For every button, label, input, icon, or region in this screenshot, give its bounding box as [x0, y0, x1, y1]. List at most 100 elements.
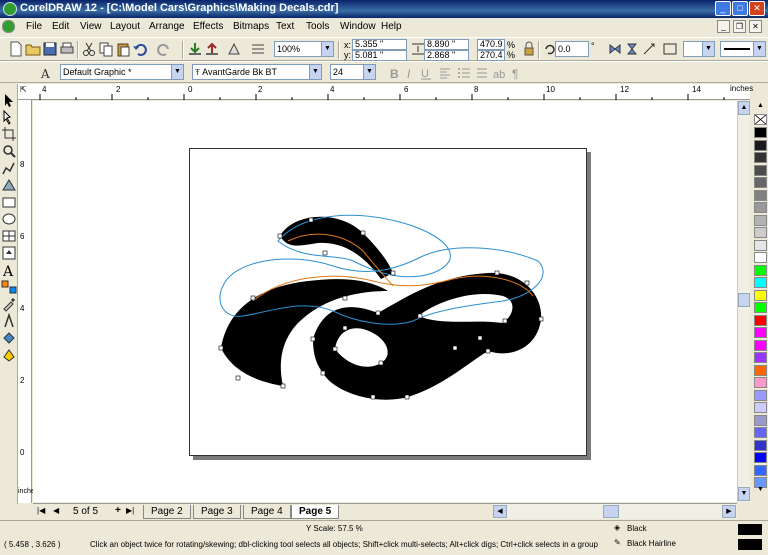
- paste-icon[interactable]: [115, 41, 131, 57]
- basic-shapes-tool-icon[interactable]: [1, 245, 17, 261]
- color-swatch[interactable]: [754, 377, 767, 388]
- color-swatch[interactable]: [754, 164, 767, 176]
- color-swatch[interactable]: [754, 364, 767, 376]
- text-tool-icon[interactable]: A: [1, 262, 17, 278]
- menu-text[interactable]: Text: [276, 21, 294, 32]
- redo-icon[interactable]: [156, 41, 172, 57]
- previous-page-icon[interactable]: ◀: [53, 506, 59, 515]
- menu-file[interactable]: File: [26, 21, 42, 32]
- open-icon[interactable]: [25, 41, 41, 57]
- chevron-down-icon[interactable]: ▼: [171, 65, 183, 79]
- scroll-right-icon[interactable]: ▶: [722, 505, 736, 518]
- maximize-icon[interactable]: □: [732, 1, 748, 16]
- color-swatch[interactable]: [754, 352, 767, 363]
- print-icon[interactable]: [59, 41, 75, 57]
- doc-minimize-icon[interactable]: _: [717, 20, 730, 33]
- color-swatch[interactable]: [754, 439, 767, 451]
- drop-cap-icon[interactable]: [474, 65, 490, 81]
- scroll-down-icon[interactable]: ▼: [738, 487, 750, 501]
- graphic-style-dropdown[interactable]: Default Graphic * ▼: [60, 64, 184, 80]
- tab-page-3[interactable]: Page 3: [193, 505, 241, 519]
- color-swatch[interactable]: [754, 239, 767, 251]
- rotation-angle-field[interactable]: 0.0: [555, 41, 589, 57]
- color-swatch[interactable]: [754, 227, 767, 238]
- polygon-tool-icon[interactable]: [1, 228, 17, 244]
- ellipse-tool-icon[interactable]: [1, 211, 17, 227]
- fill-tool-icon[interactable]: [1, 330, 17, 346]
- chevron-down-icon[interactable]: ▼: [321, 42, 333, 56]
- color-swatch[interactable]: [754, 202, 767, 213]
- color-swatch[interactable]: [754, 139, 767, 151]
- x-position-field[interactable]: 5.355 ": [352, 39, 407, 50]
- rectangle-tool-icon[interactable]: [1, 194, 17, 210]
- font-family-dropdown[interactable]: Ŧ AvantGarde Bk BT ▼: [192, 64, 322, 80]
- scale-y-field[interactable]: 270.4: [477, 50, 505, 61]
- doc-close-icon[interactable]: ✕: [749, 20, 762, 33]
- outline-color-swatch[interactable]: [738, 539, 762, 550]
- menu-bitmaps[interactable]: Bitmaps: [233, 21, 269, 32]
- outline-width-dropdown[interactable]: ▼: [720, 41, 766, 57]
- application-launcher-icon[interactable]: [226, 41, 242, 57]
- drawing-canvas[interactable]: [33, 101, 750, 502]
- color-swatch[interactable]: [754, 289, 767, 301]
- horizontal-scrollbar[interactable]: ◀ ▶: [493, 503, 737, 519]
- color-swatch[interactable]: [754, 414, 767, 426]
- paragraph-icon[interactable]: ¶: [508, 65, 524, 81]
- color-swatch[interactable]: [754, 252, 767, 263]
- undo-icon[interactable]: [132, 41, 148, 57]
- crop-tool-icon[interactable]: [1, 126, 17, 142]
- freehand-tool-icon[interactable]: [1, 160, 17, 176]
- vertical-scrollbar[interactable]: ▲ ▼: [737, 101, 750, 502]
- color-swatch[interactable]: [754, 152, 767, 163]
- corel-online-icon[interactable]: [250, 41, 266, 57]
- edit-text-icon[interactable]: ab: [491, 65, 507, 81]
- chevron-down-icon[interactable]: ▼: [363, 65, 375, 79]
- color-swatch[interactable]: [754, 302, 767, 313]
- cut-icon[interactable]: [81, 41, 97, 57]
- color-swatch[interactable]: [754, 452, 767, 463]
- color-swatch[interactable]: [754, 264, 767, 276]
- doc-restore-icon[interactable]: ❐: [733, 20, 746, 33]
- color-swatch[interactable]: [754, 389, 767, 401]
- tab-page-4[interactable]: Page 4: [243, 505, 291, 519]
- last-page-icon[interactable]: ▶|: [126, 506, 134, 515]
- menu-help[interactable]: Help: [381, 21, 402, 32]
- underline-icon[interactable]: U: [418, 65, 434, 81]
- scroll-left-icon[interactable]: ◀: [493, 505, 507, 518]
- lock-ratio-icon[interactable]: [521, 41, 537, 57]
- chevron-down-icon[interactable]: ▼: [309, 65, 321, 79]
- outline-tool-icon[interactable]: [1, 313, 17, 329]
- horizontal-ruler[interactable]: ⇱ 4 2 0 2 4 6 8 10 12 14: [18, 84, 750, 100]
- mirror-vertical-icon[interactable]: [624, 41, 640, 57]
- vertical-ruler[interactable]: 8 6 4 2 0 inches: [18, 100, 38, 503]
- color-swatch[interactable]: [754, 339, 767, 351]
- color-swatch[interactable]: [754, 214, 767, 226]
- save-icon[interactable]: [42, 41, 58, 57]
- first-page-icon[interactable]: |◀: [37, 506, 45, 515]
- menu-window[interactable]: Window: [340, 21, 376, 32]
- interactive-blend-tool-icon[interactable]: [1, 279, 17, 295]
- color-swatch[interactable]: [754, 327, 767, 338]
- decal-artwork[interactable]: [33, 101, 750, 502]
- export-icon[interactable]: [204, 41, 220, 57]
- italic-icon[interactable]: I: [402, 65, 418, 81]
- eyedropper-tool-icon[interactable]: [1, 296, 17, 312]
- color-swatch[interactable]: [754, 277, 767, 288]
- color-swatch[interactable]: [754, 189, 767, 201]
- zoom-level-field[interactable]: 100% ▼: [274, 41, 334, 57]
- coreldraw-app-icon[interactable]: [3, 2, 17, 16]
- color-swatch[interactable]: [754, 127, 767, 138]
- object-height-field[interactable]: 2.868 ": [424, 50, 469, 61]
- smart-fill-tool-icon[interactable]: [1, 177, 17, 193]
- graphic-style-icon[interactable]: A: [38, 65, 54, 81]
- tab-page-2[interactable]: Page 2: [143, 505, 191, 519]
- add-page-icon[interactable]: +: [115, 505, 121, 516]
- text-align-icon[interactable]: [437, 65, 453, 81]
- chevron-down-icon[interactable]: ▼: [753, 42, 765, 56]
- tab-page-5[interactable]: Page 5: [291, 505, 340, 519]
- mirror-horizontal-icon[interactable]: [607, 41, 623, 57]
- interactive-fill-tool-icon[interactable]: [1, 347, 17, 363]
- copy-icon[interactable]: [98, 41, 114, 57]
- scroll-thumb[interactable]: [603, 505, 619, 518]
- zoom-tool-icon[interactable]: [1, 143, 17, 159]
